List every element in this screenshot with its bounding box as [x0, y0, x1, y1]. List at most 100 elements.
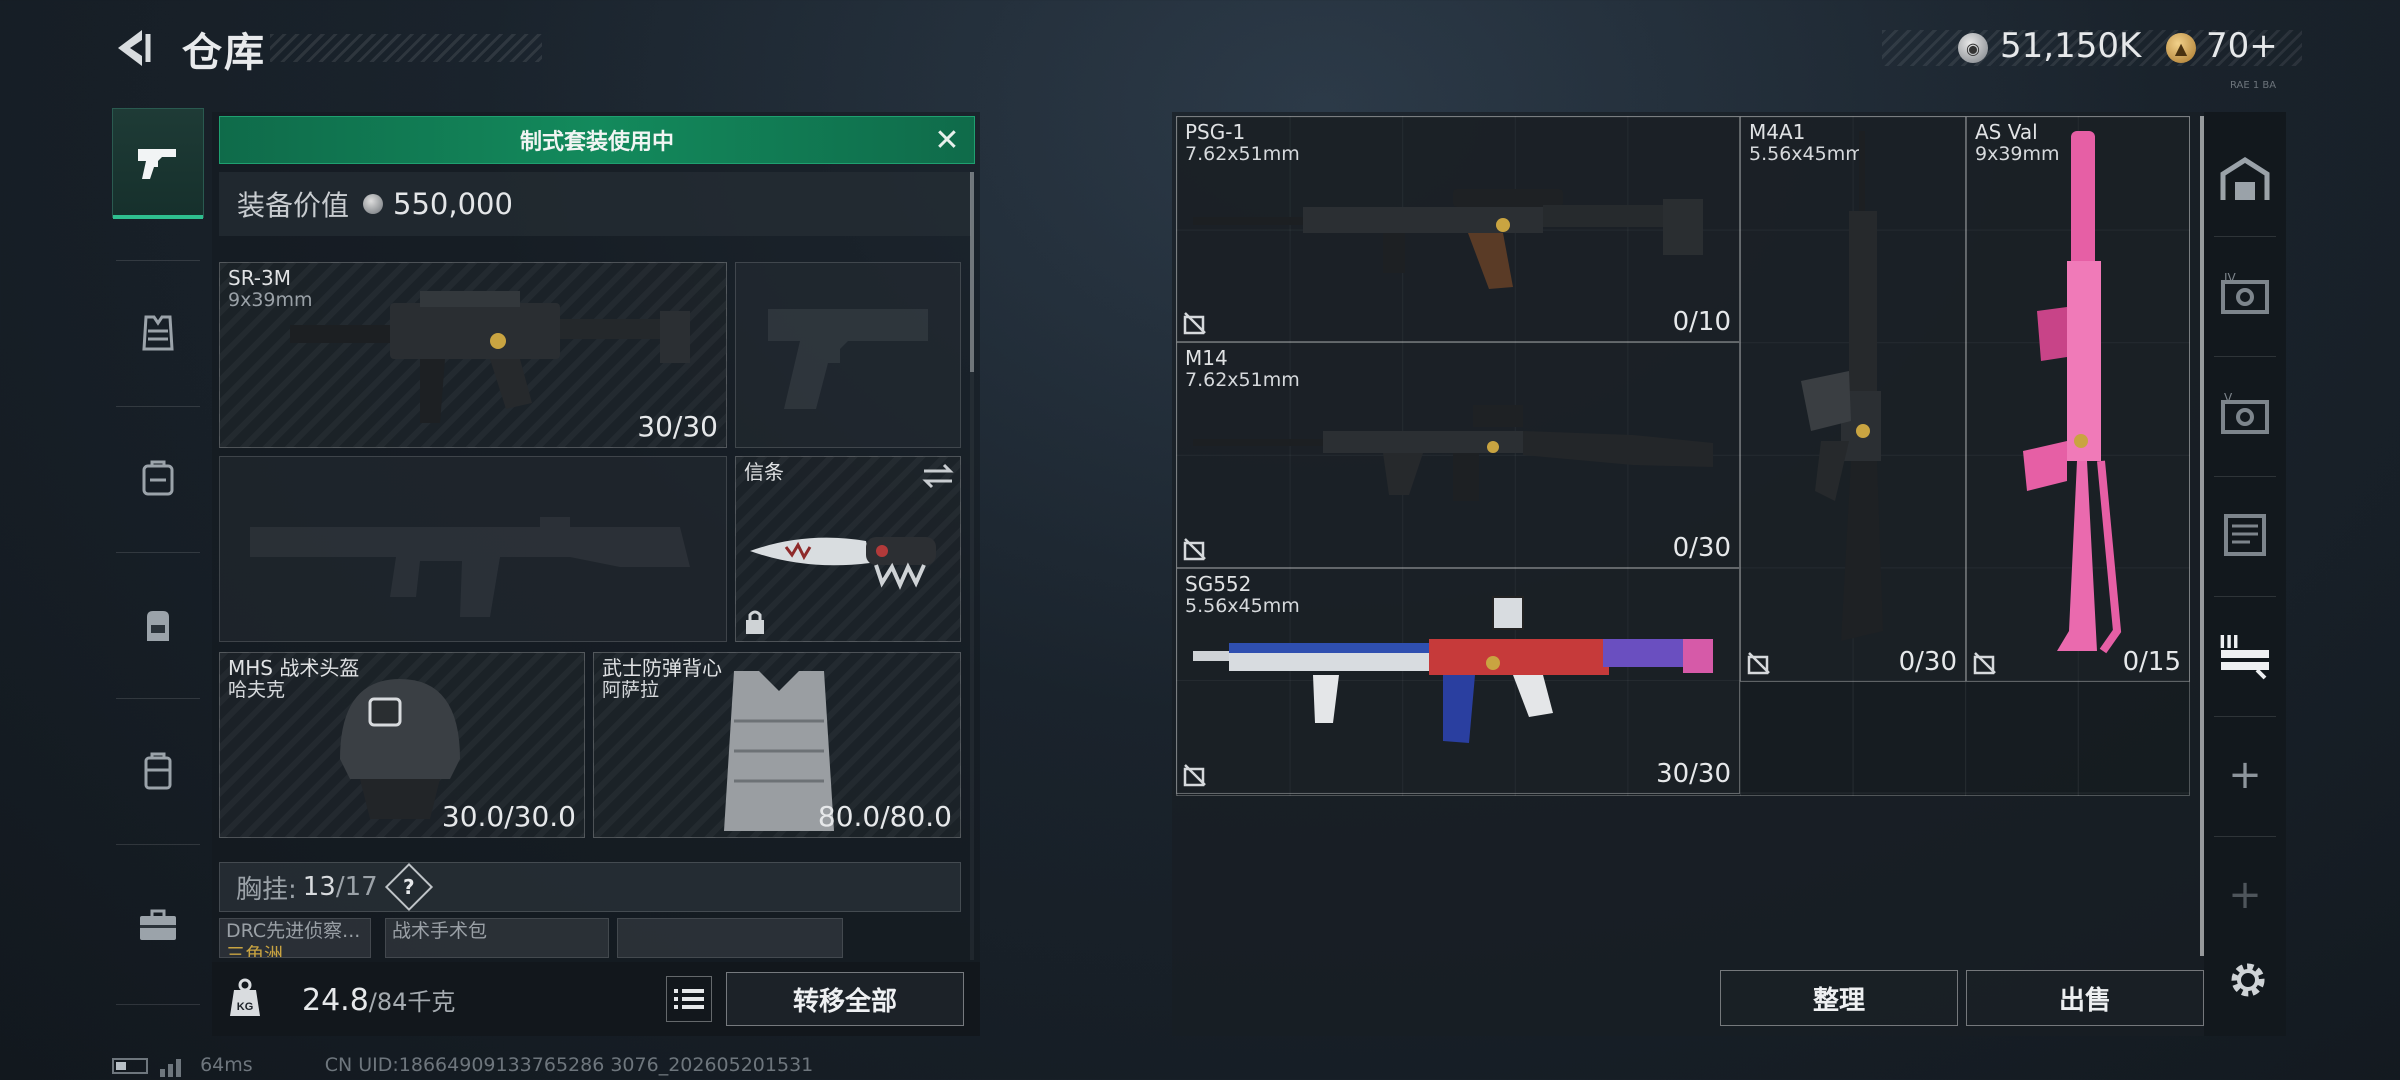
premium-coin-icon: ▲ [2166, 33, 2196, 63]
tab-backpack[interactable] [112, 570, 204, 680]
tab-chest-rig[interactable] [112, 424, 204, 534]
stash-item-m14[interactable]: M14 7.62x51mm 0/30 [1176, 342, 1740, 568]
equipment-value: 550,000 [393, 187, 513, 221]
svg-text:IV: IV [2224, 272, 2237, 285]
tab-weapons[interactable] [112, 108, 204, 219]
armor-durability: 80.0/80.0 [817, 800, 952, 833]
secondary-weapon-slot[interactable] [219, 456, 727, 642]
sell-button[interactable]: 出售 [1966, 970, 2204, 1026]
svg-text:V: V [2224, 392, 2233, 405]
helmet-durability: 30.0/30.0 [441, 800, 576, 833]
tab-stash-3-active[interactable]: III [2204, 596, 2286, 714]
chest-item-slot[interactable] [617, 918, 843, 958]
container-icon [144, 752, 172, 790]
backpack-icon [147, 611, 169, 641]
item-name: SG552 [1185, 572, 1252, 596]
kit-in-use-banner: 制式套装使用中 [219, 116, 975, 164]
chest-rig-total: /17 [335, 872, 378, 902]
battery-icon [112, 1057, 148, 1074]
currency-premium[interactable]: 70+ [2206, 26, 2278, 66]
list-icon [674, 989, 704, 1009]
plus-icon: + [2228, 752, 2262, 798]
weight-current: 24.8 [302, 983, 369, 1018]
carry-weight: 24.8/84千克 [302, 982, 455, 1018]
equipment-value-row: 装备价值 550,000 [219, 172, 971, 236]
user-uid: CN UID:18664909133765286 3076_2026052015… [324, 1054, 814, 1076]
tiny-label: RAE 1 BA [2230, 80, 2277, 91]
tab-container[interactable] [112, 716, 204, 826]
settings-button[interactable] [2220, 952, 2276, 1008]
ammo-count: 0/30 [1898, 647, 1957, 677]
status-bar: 64ms CN UID:18664909133765286 3076_20260… [112, 1054, 813, 1077]
stash-item-sg552[interactable]: SG552 5.56x45mm 30/30 [1176, 568, 1740, 794]
pistol-slot[interactable] [735, 262, 961, 448]
stash-item-as-val[interactable]: AS Val 9x39mm 0/15 [1966, 116, 2190, 682]
tab-safe-box[interactable] [112, 870, 204, 980]
chest-item-slot[interactable]: 战术手术包 [385, 918, 609, 958]
pistol-icon [138, 149, 176, 179]
helmet-slot[interactable]: MHS 战术头盔 哈夫克 30.0/30.0 [219, 652, 585, 838]
chest-rig-label: 胸挂: [236, 874, 297, 905]
tab-stash-docs[interactable] [2204, 476, 2286, 594]
melee-name: 信条 [744, 460, 784, 484]
safe-iv-icon: IV [2221, 272, 2269, 314]
knife-icon [750, 537, 936, 590]
briefcase-icon [140, 909, 176, 940]
ping: 64ms [200, 1054, 253, 1076]
gun-rack-icon: III [2219, 632, 2269, 680]
coin-icon [363, 194, 384, 214]
swap-icon[interactable] [922, 463, 954, 489]
ammo-count: 0/15 [2122, 647, 2181, 677]
title-decoration [270, 34, 542, 62]
unbound-icon [1183, 538, 1206, 561]
add-stash-button-disabled[interactable]: + [2204, 836, 2286, 954]
unbound-icon [1183, 312, 1206, 335]
ammo-count: 30/30 [637, 410, 718, 443]
chest-rig-row[interactable]: 胸挂: 13 /17 ? [219, 862, 961, 912]
as-val-rifle-icon [2023, 131, 2122, 654]
weight-max: /84千克 [368, 988, 456, 1016]
m4a1-rifle-icon [1801, 131, 1883, 641]
warehouse-icon [2220, 157, 2270, 200]
chest-item-slot[interactable]: DRC先进侦察... 三角洲 [219, 918, 371, 958]
pistol-placeholder-icon [768, 309, 928, 409]
weight-icon: KG [230, 978, 260, 1016]
list-view-button[interactable] [666, 976, 712, 1022]
scrollbar-thumb[interactable] [970, 172, 974, 372]
sort-button[interactable]: 整理 [1720, 970, 1958, 1026]
tab-stash-home[interactable] [2204, 120, 2286, 238]
ammo-count: 0/10 [1672, 307, 1731, 337]
help-icon[interactable]: ? [384, 862, 433, 912]
chest-rig-icon [142, 460, 174, 496]
unbound-icon [1973, 652, 1996, 675]
item-caliber: 7.62x51mm [1185, 369, 1300, 391]
back-button[interactable] [108, 24, 156, 72]
item-caliber: 7.62x51mm [1185, 143, 1300, 165]
add-stash-button[interactable]: + [2204, 716, 2286, 834]
melee-slot[interactable]: 信条 [735, 456, 961, 642]
ammo-count: 30/30 [1656, 759, 1731, 789]
tab-stash-5[interactable]: V [2204, 356, 2286, 474]
chest-rig-used: 13 [302, 872, 336, 902]
document-icon [2224, 514, 2266, 556]
helmet-faction: 哈夫克 [228, 679, 286, 701]
gear-icon [2231, 963, 2265, 997]
primary-weapon-slot[interactable]: SR-3M 9x39mm 30/30 [219, 262, 727, 448]
tab-stash-4[interactable]: IV [2204, 236, 2286, 354]
rifle-placeholder-icon [250, 517, 690, 617]
currency-money[interactable]: 51,150K [2000, 26, 2141, 66]
svg-text:KG: KG [237, 1001, 254, 1013]
plus-icon: + [2228, 872, 2262, 918]
vest-icon [142, 315, 174, 351]
psg1-rifle-icon [1193, 189, 1703, 289]
lock-icon [746, 610, 764, 634]
stash-item-m4a1[interactable]: M4A1 5.56x45mm 0/30 [1740, 116, 1966, 682]
back-arrow-icon [118, 30, 151, 66]
tab-armor[interactable] [112, 278, 204, 388]
close-icon[interactable]: ✕ [930, 124, 964, 158]
stash-item-psg1[interactable]: PSG-1 7.62x51mm 0/10 [1176, 116, 1740, 342]
svg-text:III: III [2219, 632, 2239, 653]
transfer-all-button[interactable]: 转移全部 [726, 972, 964, 1026]
armor-slot[interactable]: 武士防弹背心 阿萨拉 80.0/80.0 [593, 652, 961, 838]
ammo-count: 0/30 [1672, 533, 1731, 563]
